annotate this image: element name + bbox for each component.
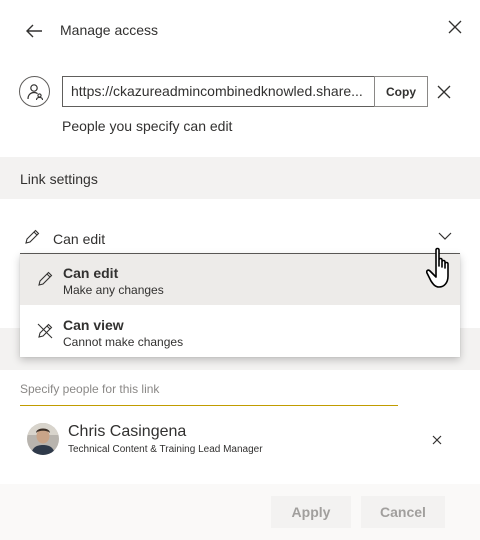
- person-title: Technical Content & Training Lead Manage…: [68, 444, 263, 455]
- people-link-icon: [19, 76, 50, 107]
- no-edit-pencil-icon: [37, 323, 53, 339]
- pencil-icon: [38, 271, 53, 286]
- menu-item-title: Can edit: [63, 265, 119, 281]
- close-icon: [432, 435, 442, 445]
- link-scope-note: People you specify can edit: [62, 118, 233, 134]
- chevron-down-icon: [438, 232, 452, 240]
- close-icon: [448, 20, 462, 34]
- hand-cursor-icon: [426, 247, 449, 288]
- permission-dropdown[interactable]: Can edit: [20, 222, 460, 254]
- menu-item-can-edit[interactable]: Can edit Make any changes: [20, 254, 460, 305]
- menu-item-title: Can view: [63, 317, 124, 333]
- menu-item-subtitle: Make any changes: [63, 283, 164, 297]
- pencil-icon: [25, 229, 40, 244]
- remove-person-button[interactable]: [428, 431, 446, 449]
- apply-button[interactable]: Apply: [271, 496, 351, 528]
- people-search-field[interactable]: [20, 378, 398, 406]
- link-url-field[interactable]: https://ckazureadmincombinedknowled.shar…: [62, 76, 375, 107]
- people-search-input[interactable]: [20, 382, 398, 396]
- remove-link-button[interactable]: [433, 81, 455, 103]
- copy-button[interactable]: Copy: [374, 76, 428, 107]
- person-name: Chris Casingena: [68, 423, 187, 440]
- avatar: [27, 423, 59, 455]
- menu-item-can-view[interactable]: Can view Cannot make changes: [20, 306, 460, 357]
- people-icon: [26, 83, 43, 100]
- close-button[interactable]: [444, 16, 466, 38]
- permission-menu: Can edit Make any changes Can view Canno…: [20, 254, 460, 357]
- link-settings-label: Link settings: [20, 171, 98, 187]
- menu-item-subtitle: Cannot make changes: [63, 335, 184, 349]
- back-arrow-icon: [26, 24, 42, 38]
- permission-value: Can edit: [53, 231, 106, 247]
- page-title: Manage access: [60, 22, 159, 38]
- back-button[interactable]: [22, 19, 46, 43]
- close-icon: [437, 85, 451, 99]
- cancel-button[interactable]: Cancel: [361, 496, 445, 528]
